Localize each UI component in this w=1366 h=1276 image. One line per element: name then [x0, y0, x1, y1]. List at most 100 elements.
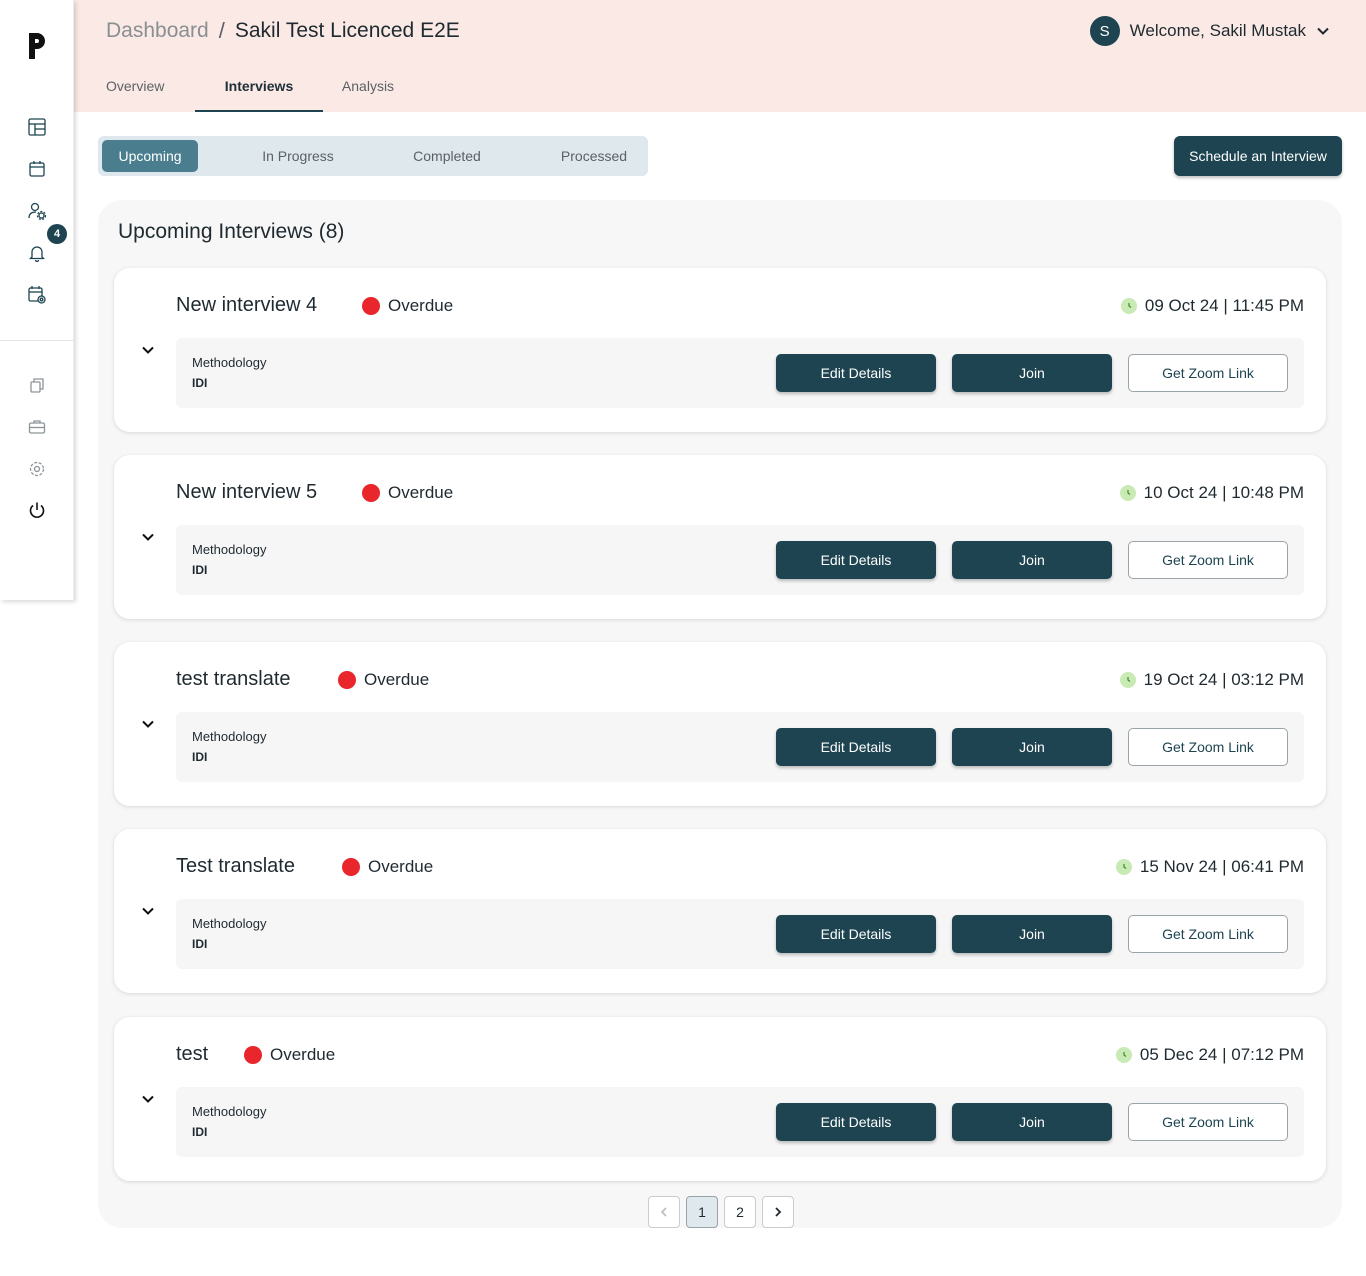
edit-details-button[interactable]: Edit Details	[776, 1103, 936, 1141]
edit-details-button[interactable]: Edit Details	[776, 915, 936, 953]
dashboard-grid-icon[interactable]	[27, 117, 47, 137]
methodology-label: Methodology	[192, 1104, 267, 1119]
status-text: Overdue	[388, 483, 454, 502]
clock-icon	[1119, 672, 1136, 688]
datetime-text: 09 Oct 24 | 11:45 PM	[1144, 296, 1304, 315]
status-badge: Overdue	[362, 483, 453, 503]
main-tabs: Overview Interviews Analysis	[106, 66, 413, 112]
join-button[interactable]: Join	[952, 354, 1112, 392]
tab-interviews[interactable]: Interviews	[195, 66, 323, 112]
calendar-settings-icon[interactable]	[27, 285, 47, 305]
chevron-down-icon[interactable]	[1316, 24, 1330, 38]
join-button[interactable]: Join	[952, 728, 1112, 766]
status-text: Overdue	[368, 857, 434, 876]
interview-datetime: 15 Nov 24 | 06:41 PM	[1115, 857, 1304, 877]
interview-details: Methodology IDI Edit Details Join Get Zoom L…	[176, 1087, 1304, 1157]
expand-chevron-icon[interactable]	[140, 903, 156, 919]
filter-upcoming[interactable]: Upcoming	[102, 140, 198, 172]
status-badge: Overdue	[362, 296, 453, 316]
breadcrumb: Dashboard / Sakil Test Licenced E2E	[106, 18, 460, 44]
status-text: Overdue	[364, 670, 430, 689]
interview-name: New interview 4	[176, 294, 318, 316]
filter-completed[interactable]: Completed	[398, 140, 496, 172]
notification-badge: 4	[47, 224, 67, 244]
interview-name: Test translate	[176, 855, 295, 877]
user-settings-icon[interactable]	[27, 201, 47, 221]
interview-card: test translate Overdue 19 Oct 24 | 03:12 P…	[114, 642, 1326, 806]
tab-overview[interactable]: Overview	[106, 66, 195, 112]
user-menu[interactable]: S Welcome, Sakil Mustak	[1089, 16, 1330, 46]
filter-processed[interactable]: Processed	[544, 140, 644, 172]
overdue-dot-icon	[362, 297, 380, 315]
upcoming-interviews-panel: Upcoming Interviews (8) New interview 4 O…	[98, 200, 1342, 1228]
interview-datetime: 09 Oct 24 | 11:45 PM	[1120, 296, 1304, 316]
interview-details: Methodology IDI Edit Details Join Get Zoom L…	[176, 525, 1304, 595]
interview-card: New interview 5 Overdue 10 Oct 24 | 10:48 …	[114, 455, 1326, 619]
methodology-label: Methodology	[192, 355, 267, 370]
get-zoom-link-button[interactable]: Get Zoom Link	[1128, 728, 1288, 766]
edit-details-button[interactable]: Edit Details	[776, 541, 936, 579]
tab-analysis[interactable]: Analysis	[323, 66, 413, 112]
expand-chevron-icon[interactable]	[140, 1091, 156, 1107]
methodology-value: IDI	[192, 563, 208, 577]
join-button[interactable]: Join	[952, 1103, 1112, 1141]
overdue-dot-icon	[342, 858, 360, 876]
expand-chevron-icon[interactable]	[140, 342, 156, 358]
next-page-button[interactable]	[762, 1196, 794, 1228]
chevron-right-icon	[775, 1207, 782, 1217]
interview-card: Test translate Overdue 15 Nov 24 | 06:41 P…	[114, 829, 1326, 993]
page-2-button[interactable]: 2	[724, 1196, 756, 1228]
methodology-label: Methodology	[192, 916, 267, 931]
breadcrumb-dashboard[interactable]: Dashboard	[106, 19, 209, 43]
clock-icon	[1119, 485, 1136, 501]
interview-card: test Overdue 05 Dec 24 | 07:12 PM Methodolo…	[114, 1017, 1326, 1181]
interview-details: Methodology IDI Edit Details Join Get Zoom L…	[176, 899, 1304, 969]
get-zoom-link-button[interactable]: Get Zoom Link	[1128, 354, 1288, 392]
avatar: S	[1089, 16, 1120, 46]
join-button[interactable]: Join	[952, 915, 1112, 953]
page-1-button[interactable]: 1	[686, 1196, 718, 1228]
methodology-value: IDI	[192, 937, 208, 951]
panel-title: Upcoming Interviews (8)	[118, 220, 345, 243]
clock-icon	[1115, 859, 1132, 875]
status-text: Overdue	[388, 296, 454, 315]
datetime-text: 10 Oct 24 | 10:48 PM	[1143, 483, 1304, 502]
prev-page-button[interactable]	[648, 1196, 680, 1228]
interview-name: test	[176, 1043, 209, 1065]
clock-icon	[1115, 1047, 1132, 1063]
sidebar-divider	[0, 340, 74, 341]
expand-chevron-icon[interactable]	[140, 529, 156, 545]
status-badge: Overdue	[338, 670, 429, 690]
page-header: Dashboard / Sakil Test Licenced E2E S We…	[74, 0, 1366, 112]
status-text: Overdue	[270, 1045, 336, 1064]
briefcase-icon[interactable]	[27, 417, 47, 437]
join-button[interactable]: Join	[952, 541, 1112, 579]
interview-name: New interview 5	[176, 481, 318, 503]
get-zoom-link-button[interactable]: Get Zoom Link	[1128, 915, 1288, 953]
edit-details-button[interactable]: Edit Details	[776, 728, 936, 766]
calendar-icon[interactable]	[27, 159, 47, 179]
datetime-text: 05 Dec 24 | 07:12 PM	[1139, 1045, 1304, 1064]
datetime-text: 19 Oct 24 | 03:12 PM	[1143, 670, 1304, 689]
welcome-text: Welcome, Sakil Mustak	[1129, 21, 1306, 40]
power-icon[interactable]	[27, 500, 47, 520]
status-badge: Overdue	[244, 1045, 335, 1065]
clock-icon	[1120, 298, 1137, 314]
expand-chevron-icon[interactable]	[140, 716, 156, 732]
get-zoom-link-button[interactable]: Get Zoom Link	[1128, 541, 1288, 579]
interview-datetime: 19 Oct 24 | 03:12 PM	[1119, 670, 1304, 690]
methodology-value: IDI	[192, 376, 208, 390]
bell-icon[interactable]	[27, 243, 47, 263]
interview-datetime: 05 Dec 24 | 07:12 PM	[1115, 1045, 1304, 1065]
get-zoom-link-button[interactable]: Get Zoom Link	[1128, 1103, 1288, 1141]
copy-icon[interactable]	[27, 375, 47, 395]
schedule-interview-button[interactable]: Schedule an Interview	[1174, 136, 1342, 176]
status-badge: Overdue	[342, 857, 433, 877]
methodology-label: Methodology	[192, 729, 267, 744]
filter-in-progress[interactable]: In Progress	[248, 140, 348, 172]
edit-details-button[interactable]: Edit Details	[776, 354, 936, 392]
gear-icon[interactable]	[27, 459, 47, 479]
breadcrumb-current: Sakil Test Licenced E2E	[234, 19, 460, 42]
app-logo[interactable]	[26, 30, 48, 62]
overdue-dot-icon	[338, 671, 356, 689]
